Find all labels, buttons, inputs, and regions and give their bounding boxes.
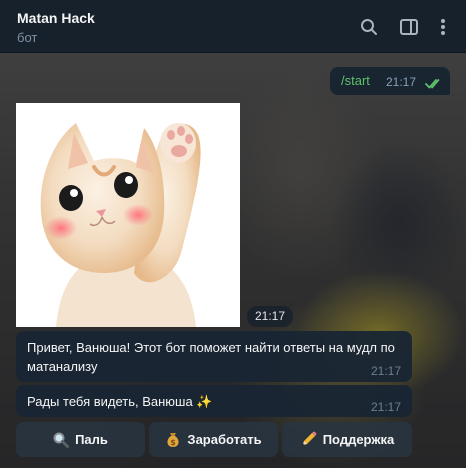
search-icon[interactable] <box>358 16 380 38</box>
button-label: Паль <box>75 432 108 447</box>
chat-subtitle: бот <box>17 30 38 45</box>
message-text: Рады тебя видеть, Ванюша ✨ <box>27 394 213 409</box>
pencil-icon <box>300 431 317 448</box>
outgoing-message[interactable]: /start 21:17 <box>330 67 450 95</box>
kitten-photo[interactable] <box>16 103 240 327</box>
incoming-message-welcome[interactable]: Рады тебя видеть, Ванюша ✨ 21:17 <box>16 385 412 417</box>
button-label: Заработать <box>187 432 262 447</box>
money-bag-icon: $ <box>165 431 181 448</box>
chat-header: Matan Hack бот <box>0 0 466 53</box>
inline-button-support[interactable]: Поддержка <box>282 422 412 457</box>
svg-text:$: $ <box>171 438 177 447</box>
photo-time: 21:17 <box>247 306 293 327</box>
message-time: 21:17 <box>386 75 417 89</box>
read-checkmarks-icon <box>425 76 443 94</box>
inline-button-earn[interactable]: $ Заработать <box>149 422 278 457</box>
sidebar-toggle-icon[interactable] <box>398 16 420 38</box>
message-time: 21:17 <box>370 400 401 414</box>
incoming-message-greeting[interactable]: Привет, Ванюша! Этот бот поможет найти о… <box>16 331 412 382</box>
command-text[interactable]: /start <box>341 73 370 88</box>
inline-button-pal[interactable]: Паль <box>16 422 145 457</box>
message-time: 21:17 <box>370 364 401 378</box>
message-text: Привет, Ванюша! Этот бот поможет найти о… <box>27 340 395 374</box>
chat-title[interactable]: Matan Hack <box>17 10 95 26</box>
button-label: Поддержка <box>322 432 395 447</box>
magnifier-icon <box>53 432 70 448</box>
more-vertical-icon[interactable] <box>432 16 454 38</box>
